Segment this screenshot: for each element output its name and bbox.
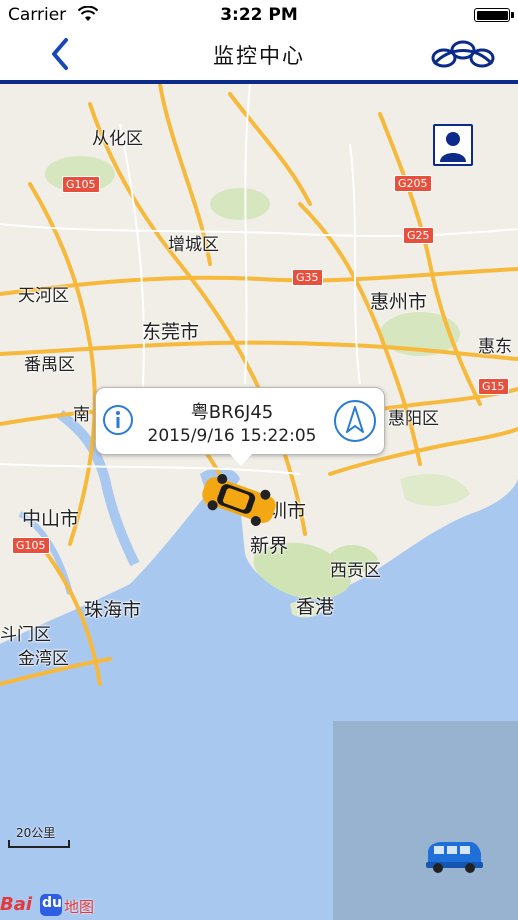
scale-bar xyxy=(8,840,70,848)
highway-shield: G35 xyxy=(292,269,323,286)
info-icon[interactable] xyxy=(102,404,134,436)
logo-text: Bai xyxy=(0,894,33,915)
baidu-paw-icon xyxy=(40,894,62,916)
status-bar: Carrier 3:22 PM xyxy=(0,0,518,30)
scale-label: 20公里 xyxy=(16,826,56,840)
map-label: 香港 xyxy=(296,596,335,618)
map-label: 斗门区 xyxy=(0,625,51,645)
map-label: 南 xyxy=(73,405,90,425)
vehicle-plate: 粤BR6J45 xyxy=(190,402,274,423)
user-location-icon xyxy=(440,132,466,162)
map-label: 金湾区 xyxy=(18,649,69,669)
map-scale: 20公里 xyxy=(8,824,72,854)
user-location-button[interactable] xyxy=(433,124,473,166)
map-label: 天河区 xyxy=(18,286,69,306)
map-label: 新界 xyxy=(250,535,289,557)
vehicle-timestamp: 2015/9/16 15:22:05 xyxy=(147,426,317,446)
highway-shield: G25 xyxy=(403,227,434,244)
map-label: 惠东 xyxy=(478,337,512,357)
map-label: 番禺区 xyxy=(24,355,75,375)
highway-shield: G105 xyxy=(12,537,50,554)
highway-shield: G15 xyxy=(478,378,509,395)
logo-text: 地图 xyxy=(64,898,95,916)
highway-shield: G105 xyxy=(62,176,100,193)
map-label: 东莞市 xyxy=(142,321,200,343)
map-view[interactable]: 从化区 增城区 天河区 东莞市 惠州市 惠东 番禺区 南 惠阳区 中山市 圳市 … xyxy=(0,84,518,920)
navigation-arrow-icon[interactable] xyxy=(332,398,378,444)
brand-logo-icon xyxy=(431,40,495,68)
map-label: 惠州市 xyxy=(370,291,428,313)
map-label: 西贡区 xyxy=(330,561,381,581)
battery-icon xyxy=(474,8,514,22)
baidu-map-logo: Bai 地图 xyxy=(0,890,120,920)
status-time: 3:22 PM xyxy=(220,5,298,25)
battery-fill xyxy=(476,10,508,20)
map-label: 从化区 xyxy=(92,129,143,149)
map-label: 中山市 xyxy=(22,508,80,530)
map-label: 增城区 xyxy=(168,235,219,255)
map-label: 珠海市 xyxy=(84,599,142,621)
van-icon[interactable] xyxy=(424,840,484,874)
map-label: 惠阳区 xyxy=(388,409,439,429)
vehicle-callout[interactable]: 粤BR6J45 2015/9/16 15:22:05 xyxy=(95,387,385,466)
highway-shield: G205 xyxy=(394,175,432,192)
nav-bar: 监控中心 xyxy=(0,30,518,84)
car-icon[interactable] xyxy=(196,472,282,528)
